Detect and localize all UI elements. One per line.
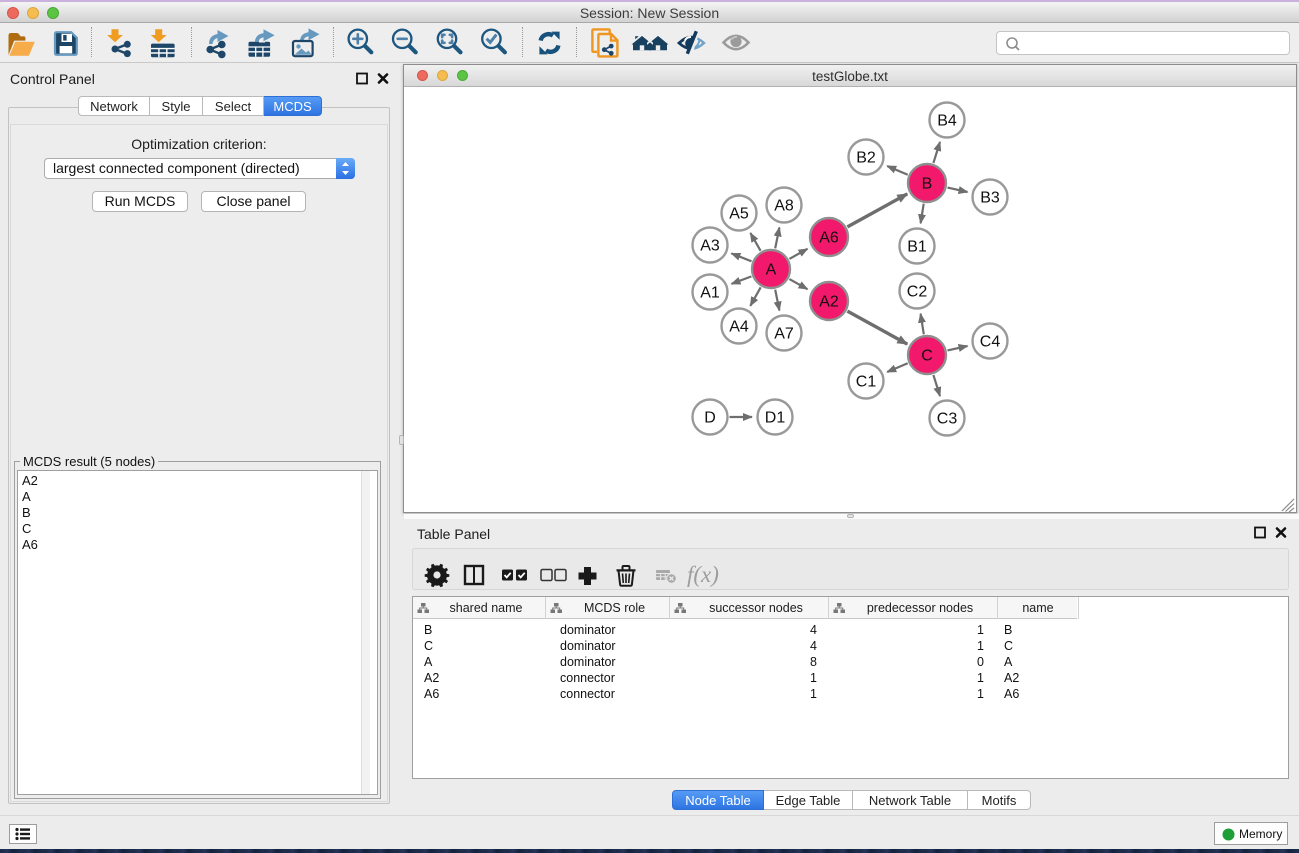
svg-text:C3: C3 [937, 411, 958, 428]
svg-text:B3: B3 [980, 190, 1000, 207]
svg-text:C4: C4 [980, 334, 1001, 351]
svg-text:B2: B2 [856, 150, 876, 167]
svg-text:C1: C1 [856, 374, 877, 391]
svg-text:f(x): f(x) [687, 562, 719, 587]
svg-text:A4: A4 [729, 319, 749, 336]
svg-text:A6: A6 [819, 230, 839, 247]
svg-text:D1: D1 [765, 410, 786, 427]
svg-text:A: A [766, 262, 777, 279]
svg-text:A2: A2 [819, 294, 839, 311]
svg-text:C2: C2 [907, 284, 928, 301]
svg-text:B4: B4 [937, 113, 957, 130]
svg-text:A3: A3 [700, 238, 720, 255]
svg-text:B1: B1 [907, 239, 927, 256]
svg-text:C: C [921, 348, 933, 365]
svg-text:A7: A7 [774, 326, 794, 343]
svg-text:A1: A1 [700, 285, 720, 302]
svg-text:A5: A5 [729, 206, 749, 223]
svg-text:A8: A8 [774, 198, 794, 215]
svg-text:D: D [704, 410, 716, 427]
svg-text:B: B [922, 176, 933, 193]
